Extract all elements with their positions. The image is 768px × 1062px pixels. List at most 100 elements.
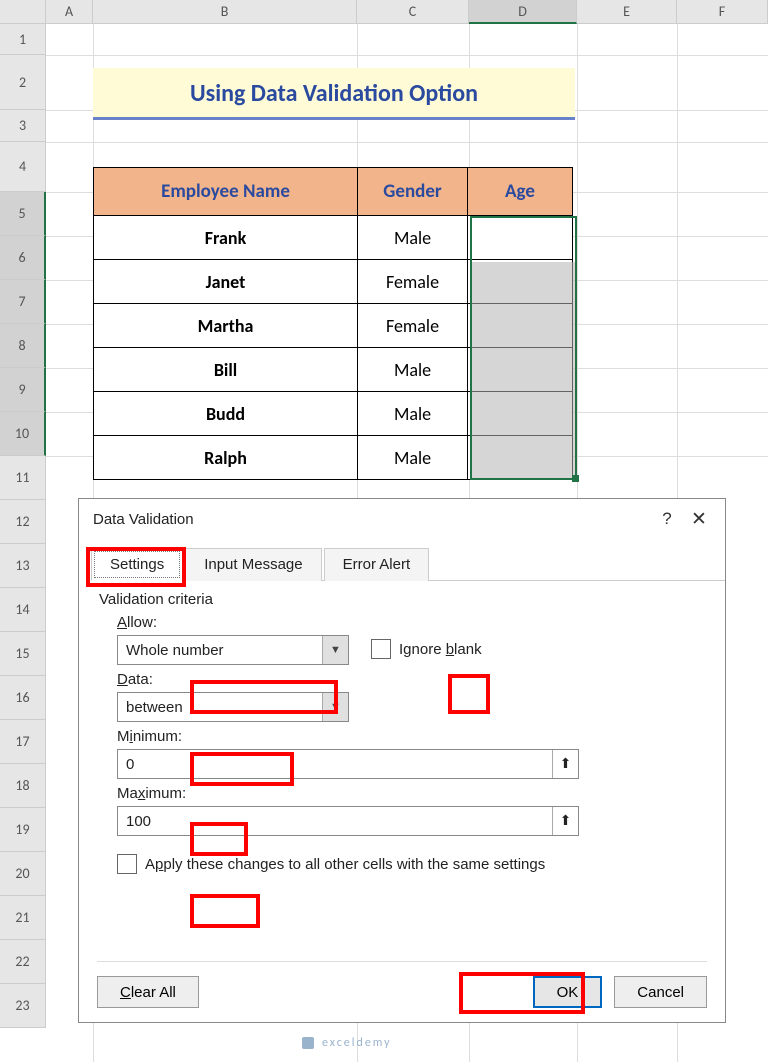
criteria-label: Validation criteria [99, 591, 707, 608]
row-header-2[interactable]: 2 [0, 55, 46, 110]
checkbox-icon [117, 854, 137, 874]
clear-all-button[interactable]: Clear All [97, 976, 199, 1008]
col-header-b[interactable]: B [93, 0, 357, 24]
header-gender[interactable]: Gender [358, 168, 468, 216]
row-header-15[interactable]: 15 [0, 632, 46, 676]
dialog-titlebar[interactable]: Data Validation ? ✕ [79, 499, 725, 539]
dialog-title: Data Validation [93, 511, 651, 528]
row-header-18[interactable]: 18 [0, 764, 46, 808]
header-age[interactable]: Age [468, 168, 573, 216]
minimum-input[interactable]: 0 ⬆ [117, 749, 579, 779]
dialog-tabs: Settings Input Message Error Alert [91, 547, 725, 581]
dialog-body: Validation criteria Allow: Whole number … [79, 581, 725, 874]
cell-gender[interactable]: Male [358, 392, 468, 436]
checkbox-icon [371, 639, 391, 659]
cell-name[interactable]: Ralph [94, 436, 358, 480]
cell-age[interactable] [468, 304, 573, 348]
row-header-16[interactable]: 16 [0, 676, 46, 720]
data-value: between [118, 699, 322, 716]
cell-age[interactable] [468, 392, 573, 436]
cell-age[interactable] [468, 216, 573, 260]
cell-gender[interactable]: Female [358, 304, 468, 348]
row-header-23[interactable]: 23 [0, 984, 46, 1028]
column-headers: A B C D E F [0, 0, 768, 24]
col-header-e[interactable]: E [577, 0, 677, 24]
tab-settings[interactable]: Settings [91, 548, 183, 581]
row-header-13[interactable]: 13 [0, 544, 46, 588]
row-header-12[interactable]: 12 [0, 500, 46, 544]
employee-table: Employee Name Gender Age FrankMale Janet… [93, 167, 573, 480]
row-header-7[interactable]: 7 [0, 280, 46, 324]
allow-dropdown[interactable]: Whole number ▼ [117, 635, 349, 665]
col-header-f[interactable]: F [677, 0, 768, 24]
row-header-21[interactable]: 21 [0, 896, 46, 940]
chevron-down-icon[interactable]: ▼ [322, 693, 348, 721]
table-row: BuddMale [94, 392, 573, 436]
cell-gender[interactable]: Male [358, 348, 468, 392]
row-header-6[interactable]: 6 [0, 236, 46, 280]
data-validation-dialog: Data Validation ? ✕ Settings Input Messa… [78, 498, 726, 1023]
table-row: RalphMale [94, 436, 573, 480]
ok-button[interactable]: OK [533, 976, 603, 1008]
col-header-c[interactable]: C [357, 0, 469, 24]
maximum-input[interactable]: 100 ⬆ [117, 806, 579, 836]
cell-age[interactable] [468, 260, 573, 304]
cell-gender[interactable]: Male [358, 216, 468, 260]
table-header-row: Employee Name Gender Age [94, 168, 573, 216]
close-icon[interactable]: ✕ [683, 508, 715, 531]
row-header-9[interactable]: 9 [0, 368, 46, 412]
row-header-20[interactable]: 20 [0, 852, 46, 896]
row-header-14[interactable]: 14 [0, 588, 46, 632]
table-row: FrankMale [94, 216, 573, 260]
row-header-17[interactable]: 17 [0, 720, 46, 764]
data-dropdown[interactable]: between ▼ [117, 692, 349, 722]
col-header-d[interactable]: D [469, 0, 577, 24]
cell-name[interactable]: Martha [94, 304, 358, 348]
row-header-11[interactable]: 11 [0, 456, 46, 500]
row-header-8[interactable]: 8 [0, 324, 46, 368]
allow-label: Allow: [117, 614, 707, 631]
spreadsheet: A B C D E F 1 2 3 4 5 6 7 8 9 10 11 12 1… [0, 0, 768, 24]
cell-age[interactable] [468, 348, 573, 392]
header-name[interactable]: Employee Name [94, 168, 358, 216]
row-header-22[interactable]: 22 [0, 940, 46, 984]
cell-name[interactable]: Bill [94, 348, 358, 392]
row-header-1[interactable]: 1 [0, 24, 46, 55]
row-header-10[interactable]: 10 [0, 412, 46, 456]
row-header-3[interactable]: 3 [0, 110, 46, 142]
table-row: BillMale [94, 348, 573, 392]
watermark-icon [300, 1035, 316, 1051]
range-select-icon[interactable]: ⬆ [552, 750, 578, 778]
tab-error-alert[interactable]: Error Alert [324, 548, 430, 581]
ignore-blank-label: Ignore blank [399, 641, 482, 658]
dialog-buttons: Clear All OK Cancel [97, 961, 707, 1008]
row-header-5[interactable]: 5 [0, 192, 46, 236]
chevron-down-icon[interactable]: ▼ [322, 636, 348, 664]
minimum-label: Minimum: [117, 728, 707, 745]
page-title: Using Data Validation Option [93, 68, 575, 120]
data-label: Data: [117, 671, 707, 688]
cell-age[interactable] [468, 436, 573, 480]
apply-all-row[interactable]: Apply these changes to all other cells w… [117, 854, 707, 874]
ignore-blank-checkbox[interactable]: Ignore blank [371, 639, 482, 659]
cell-name[interactable]: Frank [94, 216, 358, 260]
row-header-19[interactable]: 19 [0, 808, 46, 852]
col-header-a[interactable]: A [46, 0, 93, 24]
allow-value: Whole number [118, 642, 322, 659]
watermark: exceldemy [300, 1035, 392, 1051]
maximum-label: Maximum: [117, 785, 707, 802]
table-row: JanetFemale [94, 260, 573, 304]
select-all-corner[interactable] [0, 0, 46, 24]
tab-input-message[interactable]: Input Message [185, 548, 321, 581]
cancel-button[interactable]: Cancel [614, 976, 707, 1008]
range-select-icon[interactable]: ⬆ [552, 807, 578, 835]
cell-name[interactable]: Janet [94, 260, 358, 304]
row-header-4[interactable]: 4 [0, 142, 46, 192]
cell-gender[interactable]: Male [358, 436, 468, 480]
row-headers: 1 2 3 4 5 6 7 8 9 10 11 12 13 14 15 16 1… [0, 24, 46, 1028]
apply-all-label: Apply these changes to all other cells w… [145, 856, 545, 873]
cell-gender[interactable]: Female [358, 260, 468, 304]
cell-name[interactable]: Budd [94, 392, 358, 436]
maximum-value: 100 [118, 813, 552, 830]
help-icon[interactable]: ? [651, 509, 683, 529]
